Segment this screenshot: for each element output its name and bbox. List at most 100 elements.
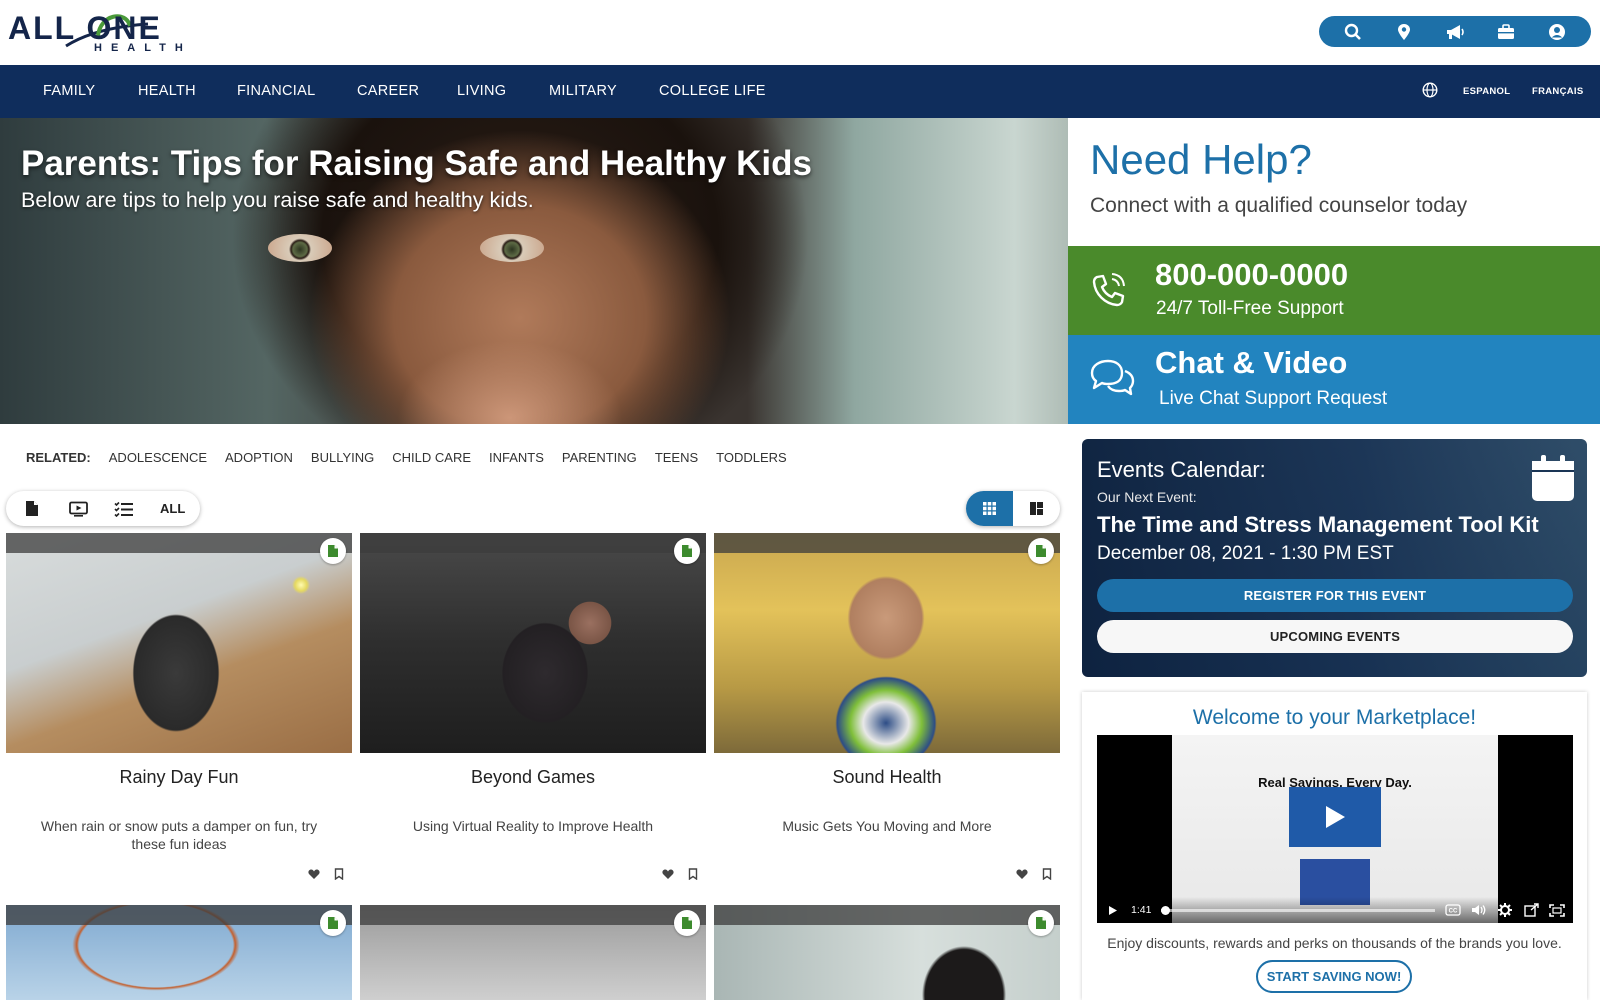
hero-photo-eye-left — [268, 234, 332, 262]
logo-subtext: HEALTH — [94, 42, 192, 54]
card-description: When rain or snow puts a damper on fun, … — [40, 818, 318, 852]
location-icon[interactable] — [1393, 21, 1415, 43]
start-saving-button[interactable]: START SAVING NOW! — [1256, 960, 1412, 993]
play-icon — [1326, 806, 1345, 828]
video-icon[interactable] — [68, 499, 88, 519]
language-espanol[interactable]: ESPANOL — [1463, 86, 1510, 97]
related-topics: RELATED: ADOLESCENCE ADOPTION BULLYING C… — [26, 450, 805, 465]
article-card-basketball[interactable] — [6, 905, 352, 1000]
grid-view-button[interactable] — [966, 491, 1013, 526]
chat-video-title: Chat & Video — [1155, 345, 1348, 380]
register-event-button[interactable]: REGISTER FOR THIS EVENT — [1097, 579, 1573, 612]
marketplace-description: Enjoy discounts, rewards and perks on th… — [1107, 935, 1562, 951]
search-icon[interactable] — [1342, 21, 1364, 43]
card-image-topbar — [714, 905, 1060, 925]
related-tag-parenting[interactable]: PARENTING — [562, 450, 637, 465]
document-badge-icon — [674, 538, 700, 564]
nav-item-family[interactable]: FAMILY — [43, 83, 95, 99]
briefcase-icon[interactable] — [1495, 21, 1517, 43]
heart-icon[interactable] — [308, 867, 320, 885]
events-calendar-panel: Events Calendar: Our Next Event: The Tim… — [1082, 439, 1587, 677]
settings-gear-icon[interactable] — [1497, 902, 1513, 918]
events-calendar-title: Events Calendar: — [1097, 457, 1266, 482]
megaphone-icon[interactable] — [1444, 21, 1466, 43]
related-label: RELATED: — [26, 450, 91, 465]
fullscreen-icon[interactable] — [1549, 902, 1565, 918]
content-type-filter: ALL — [6, 491, 200, 526]
marketplace-title: Welcome to your Marketplace! — [1192, 706, 1477, 729]
heart-icon[interactable] — [662, 867, 674, 885]
card-title: Sound Health — [832, 767, 942, 787]
video-seek-bar[interactable] — [1161, 905, 1435, 915]
article-card-child-portrait[interactable] — [714, 905, 1060, 1000]
card-title: Beyond Games — [470, 767, 596, 787]
card-image-topbar — [360, 905, 706, 925]
need-help-panel: Need Help? Connect with a qualified coun… — [1068, 118, 1600, 246]
card-image — [714, 905, 1060, 1000]
language-francais[interactable]: FRANÇAIS — [1532, 86, 1583, 97]
related-tag-teens[interactable]: TEENS — [655, 450, 698, 465]
event-name: The Time and Stress Management Tool Kit — [1097, 512, 1539, 537]
card-title: Rainy Day Fun — [119, 767, 239, 787]
chat-video-subtitle: Live Chat Support Request — [1159, 388, 1388, 409]
marketplace-video-player[interactable]: Real Savings. Every Day. 1:41 CC — [1097, 735, 1573, 923]
play-small-icon[interactable] — [1105, 902, 1121, 918]
need-help-subtitle: Connect with a qualified counselor today — [1090, 194, 1468, 217]
video-controls: 1:41 CC — [1097, 897, 1573, 923]
document-icon[interactable] — [22, 499, 42, 519]
hero-banner: Parents: Tips for Raising Safe and Healt… — [0, 118, 1068, 424]
volume-icon[interactable] — [1471, 902, 1487, 918]
nav-item-military[interactable]: MILITARY — [549, 83, 617, 99]
play-button[interactable] — [1289, 787, 1381, 847]
marketplace-panel: Welcome to your Marketplace! Real Saving… — [1082, 692, 1587, 1000]
card-image-topbar — [360, 533, 706, 553]
card-actions — [662, 867, 698, 885]
nav-item-financial[interactable]: FINANCIAL — [237, 83, 315, 99]
nav-item-health[interactable]: HEALTH — [138, 83, 196, 99]
user-icon[interactable] — [1546, 21, 1568, 43]
related-tag-adolescence[interactable]: ADOLESCENCE — [109, 450, 207, 465]
allone-health-logo[interactable]: ALL ONE HEALTH — [8, 6, 198, 56]
card-description: Music Gets You Moving and More — [782, 818, 992, 834]
article-card-beyond-games[interactable]: Beyond Games Using Virtual Reality to Im… — [360, 533, 706, 888]
related-tag-toddlers[interactable]: TODDLERS — [716, 450, 787, 465]
seek-handle[interactable] — [1161, 905, 1171, 915]
site-header: ALL ONE HEALTH — [0, 0, 1600, 65]
related-tag-bullying[interactable]: BULLYING — [311, 450, 374, 465]
closed-captions-icon[interactable]: CC — [1445, 902, 1461, 918]
phone-support-label: 24/7 Toll-Free Support — [1156, 298, 1344, 319]
article-card-sound-health[interactable]: Sound Health Music Gets You Moving and M… — [714, 533, 1060, 888]
upcoming-events-button[interactable]: UPCOMING EVENTS — [1097, 620, 1573, 653]
globe-icon[interactable] — [1422, 82, 1438, 103]
related-tag-child-care[interactable]: CHILD CARE — [392, 450, 471, 465]
card-image — [6, 533, 352, 753]
document-badge-icon — [320, 910, 346, 936]
card-actions — [1016, 867, 1052, 885]
document-badge-icon — [674, 910, 700, 936]
nav-item-living[interactable]: LIVING — [457, 83, 506, 99]
related-tag-infants[interactable]: INFANTS — [489, 450, 544, 465]
chat-video-button[interactable]: Chat & Video Live Chat Support Request — [1068, 335, 1600, 424]
bookmark-icon[interactable] — [688, 867, 698, 885]
card-description: Using Virtual Reality to Improve Health — [412, 818, 654, 834]
filter-all-button[interactable]: ALL — [160, 501, 185, 516]
need-help-title: Need Help? — [1090, 136, 1312, 183]
heart-icon[interactable] — [1016, 867, 1028, 885]
main-nav: FAMILY HEALTH FINANCIAL CAREER LIVING MI… — [0, 65, 1600, 118]
bookmark-icon[interactable] — [1042, 867, 1052, 885]
checklist-icon[interactable] — [114, 499, 134, 519]
view-toggle — [966, 491, 1060, 526]
nav-item-college-life[interactable]: COLLEGE LIFE — [659, 83, 766, 99]
article-card-bubbles[interactable] — [360, 905, 706, 1000]
bookmark-icon[interactable] — [334, 867, 344, 885]
list-view-button[interactable] — [1013, 491, 1060, 526]
nav-item-career[interactable]: CAREER — [357, 83, 419, 99]
phone-number: 800-000-0000 — [1155, 257, 1349, 292]
article-card-rainy-day-fun[interactable]: Rainy Day Fun When rain or snow puts a d… — [6, 533, 352, 888]
card-image — [6, 905, 352, 1000]
share-icon[interactable] — [1523, 902, 1539, 918]
related-tag-adoption[interactable]: ADOPTION — [225, 450, 293, 465]
hero-subtitle: Below are tips to help you raise safe an… — [21, 188, 534, 212]
phone-support-button[interactable]: 800-000-0000 24/7 Toll-Free Support — [1068, 246, 1600, 335]
grid-icon — [983, 502, 996, 515]
